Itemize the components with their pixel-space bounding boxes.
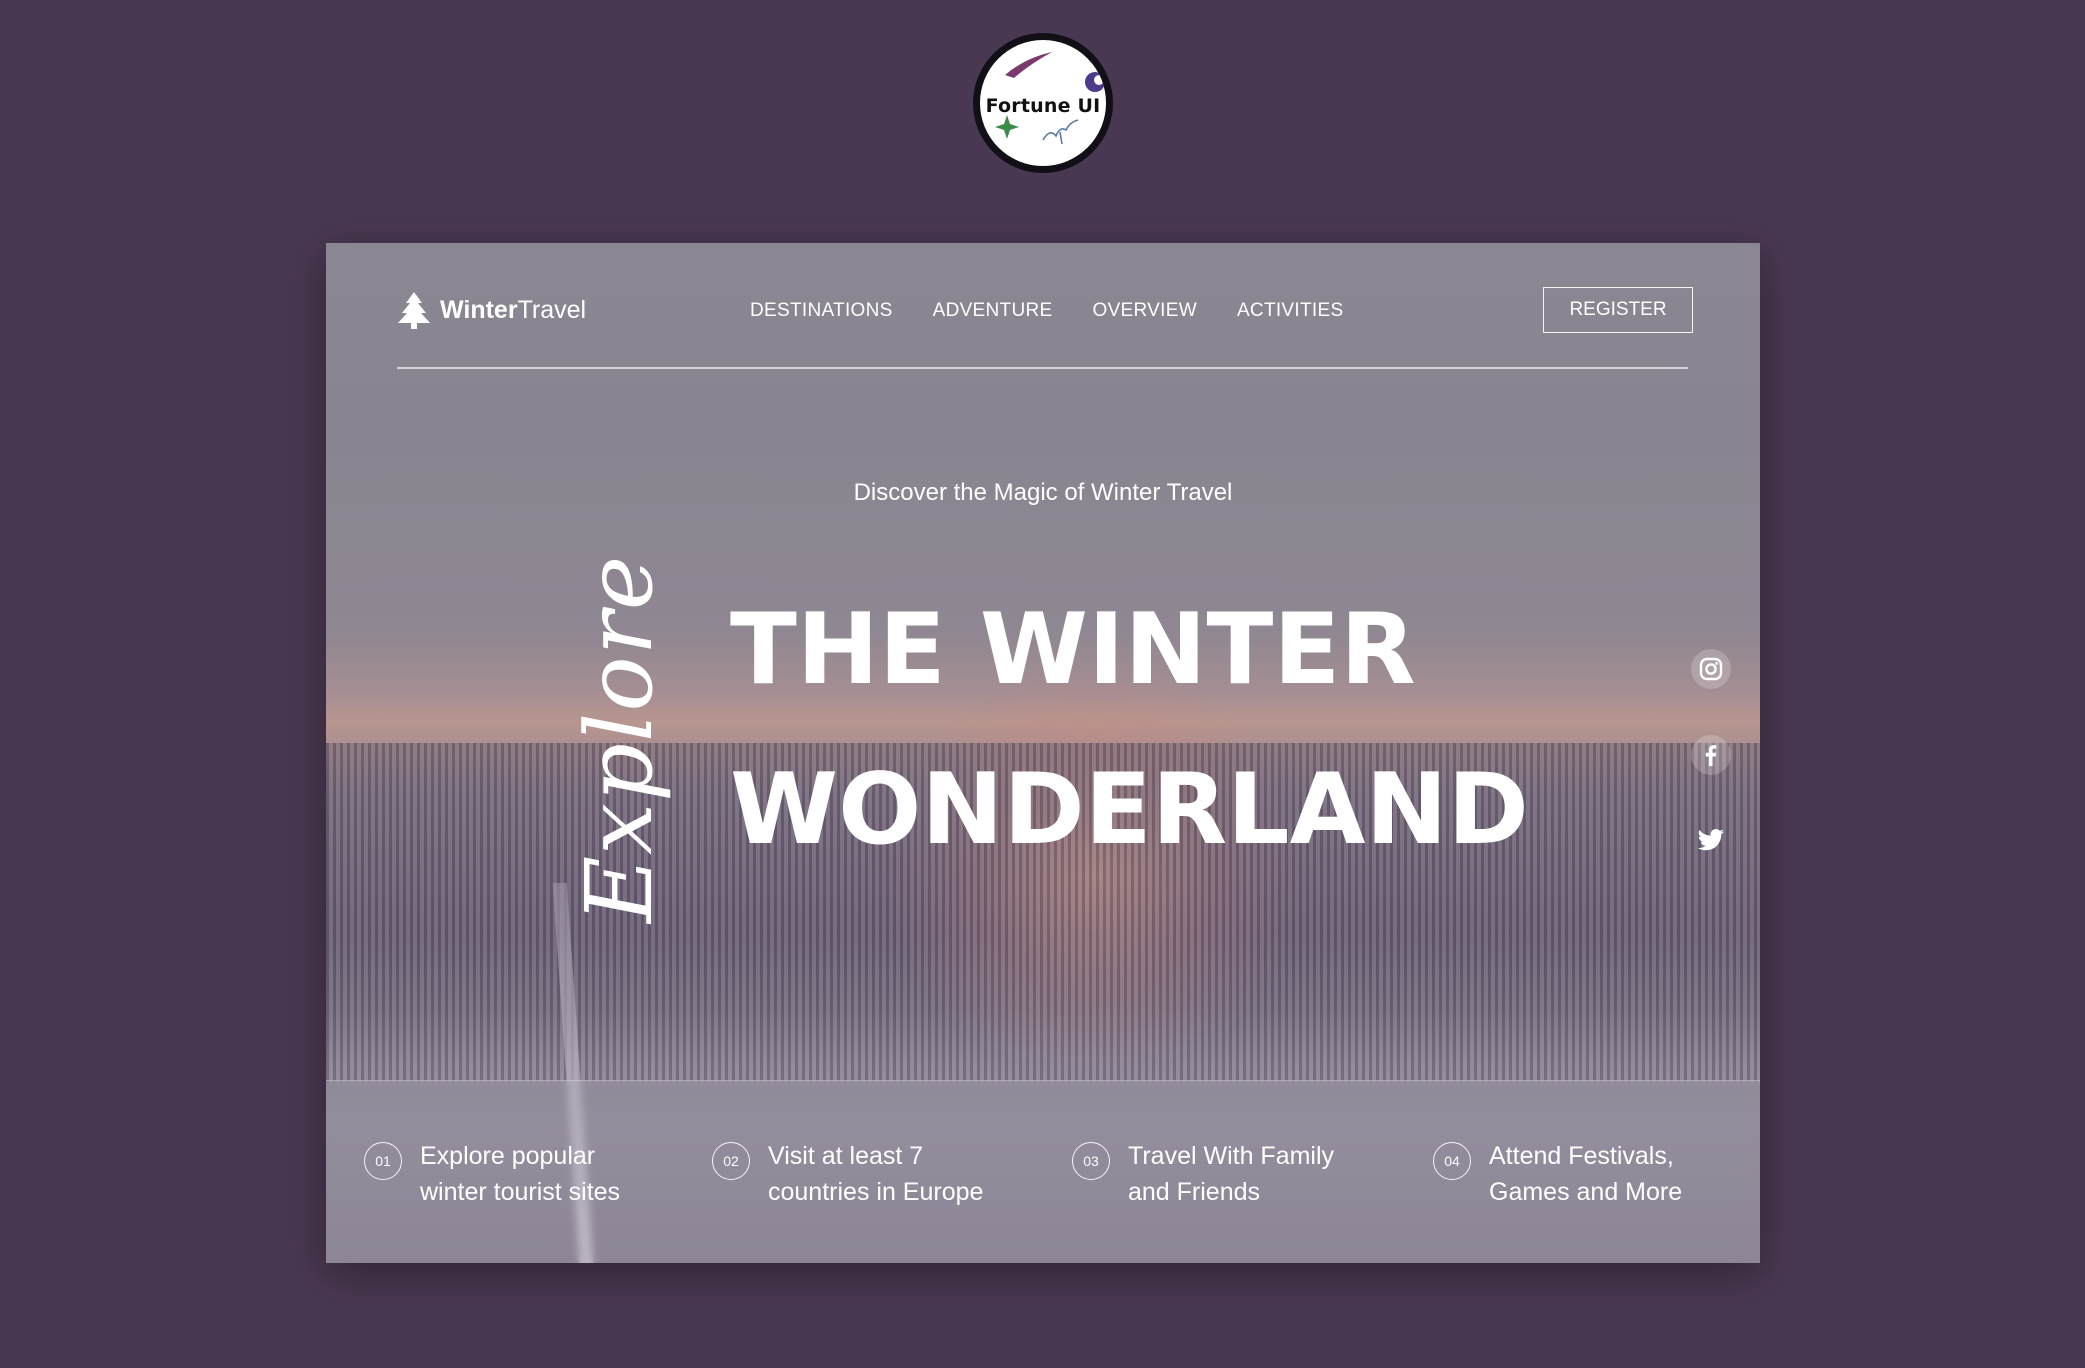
feature-text-line2: Games and More xyxy=(1489,1178,1683,1206)
hero-title-line1: THE WINTER xyxy=(730,593,1416,707)
fortune-ui-logo: Fortune UI xyxy=(973,33,1113,173)
twitter-icon xyxy=(1697,829,1724,851)
brand-name-light: Travel xyxy=(517,295,587,324)
hero-script-explore: Explore xyxy=(566,554,673,923)
nav-divider xyxy=(397,367,1688,369)
feature-number: 01 xyxy=(364,1142,402,1180)
twitter-link[interactable] xyxy=(1691,820,1731,860)
brand-logo[interactable]: WinterTravel xyxy=(396,291,586,329)
feature-item: 03 Travel With Family and Friends xyxy=(1072,1138,1334,1210)
instagram-link[interactable] xyxy=(1691,649,1731,689)
nav-adventure[interactable]: ADVENTURE xyxy=(933,300,1053,322)
register-button[interactable]: REGISTER xyxy=(1543,287,1693,333)
hero-title-line2: WONDERLAND xyxy=(730,753,1529,867)
feature-text-line1: Visit at least 7 xyxy=(768,1142,924,1170)
hero-subtitle: Discover the Magic of Winter Travel xyxy=(853,479,1233,506)
feature-item: 02 Visit at least 7 countries in Europe xyxy=(712,1138,983,1210)
nav-destinations[interactable]: DESTINATIONS xyxy=(750,300,893,322)
facebook-icon xyxy=(1705,745,1717,766)
main-nav: DESTINATIONS ADVENTURE OVERVIEW ACTIVITI… xyxy=(750,300,1343,322)
logo-text: Fortune UI xyxy=(985,95,1101,117)
feature-text-line2: countries in Europe xyxy=(768,1178,984,1206)
hero-card: WinterTravel DESTINATIONS ADVENTURE OVER… xyxy=(326,243,1760,1263)
feature-text-line2: winter tourist sites xyxy=(420,1178,621,1206)
nav-activities[interactable]: ACTIVITIES xyxy=(1237,300,1343,322)
feature-number: 03 xyxy=(1072,1142,1110,1180)
feature-text-line2: and Friends xyxy=(1128,1178,1261,1206)
feature-item: 04 Attend Festivals, Games and More xyxy=(1433,1138,1682,1210)
feature-number: 04 xyxy=(1433,1142,1471,1180)
feature-text-line1: Travel With Family xyxy=(1128,1142,1335,1170)
nav-overview[interactable]: OVERVIEW xyxy=(1092,300,1196,322)
feature-number: 02 xyxy=(712,1142,750,1180)
instagram-icon xyxy=(1699,657,1723,681)
tree-icon xyxy=(398,292,430,329)
facebook-link[interactable] xyxy=(1691,735,1731,775)
feature-text-line1: Explore popular xyxy=(420,1142,596,1170)
feature-text-line1: Attend Festivals, xyxy=(1489,1142,1674,1170)
brand-name-bold: Winter xyxy=(440,295,518,324)
feature-item: 01 Explore popular winter tourist sites xyxy=(364,1138,620,1210)
